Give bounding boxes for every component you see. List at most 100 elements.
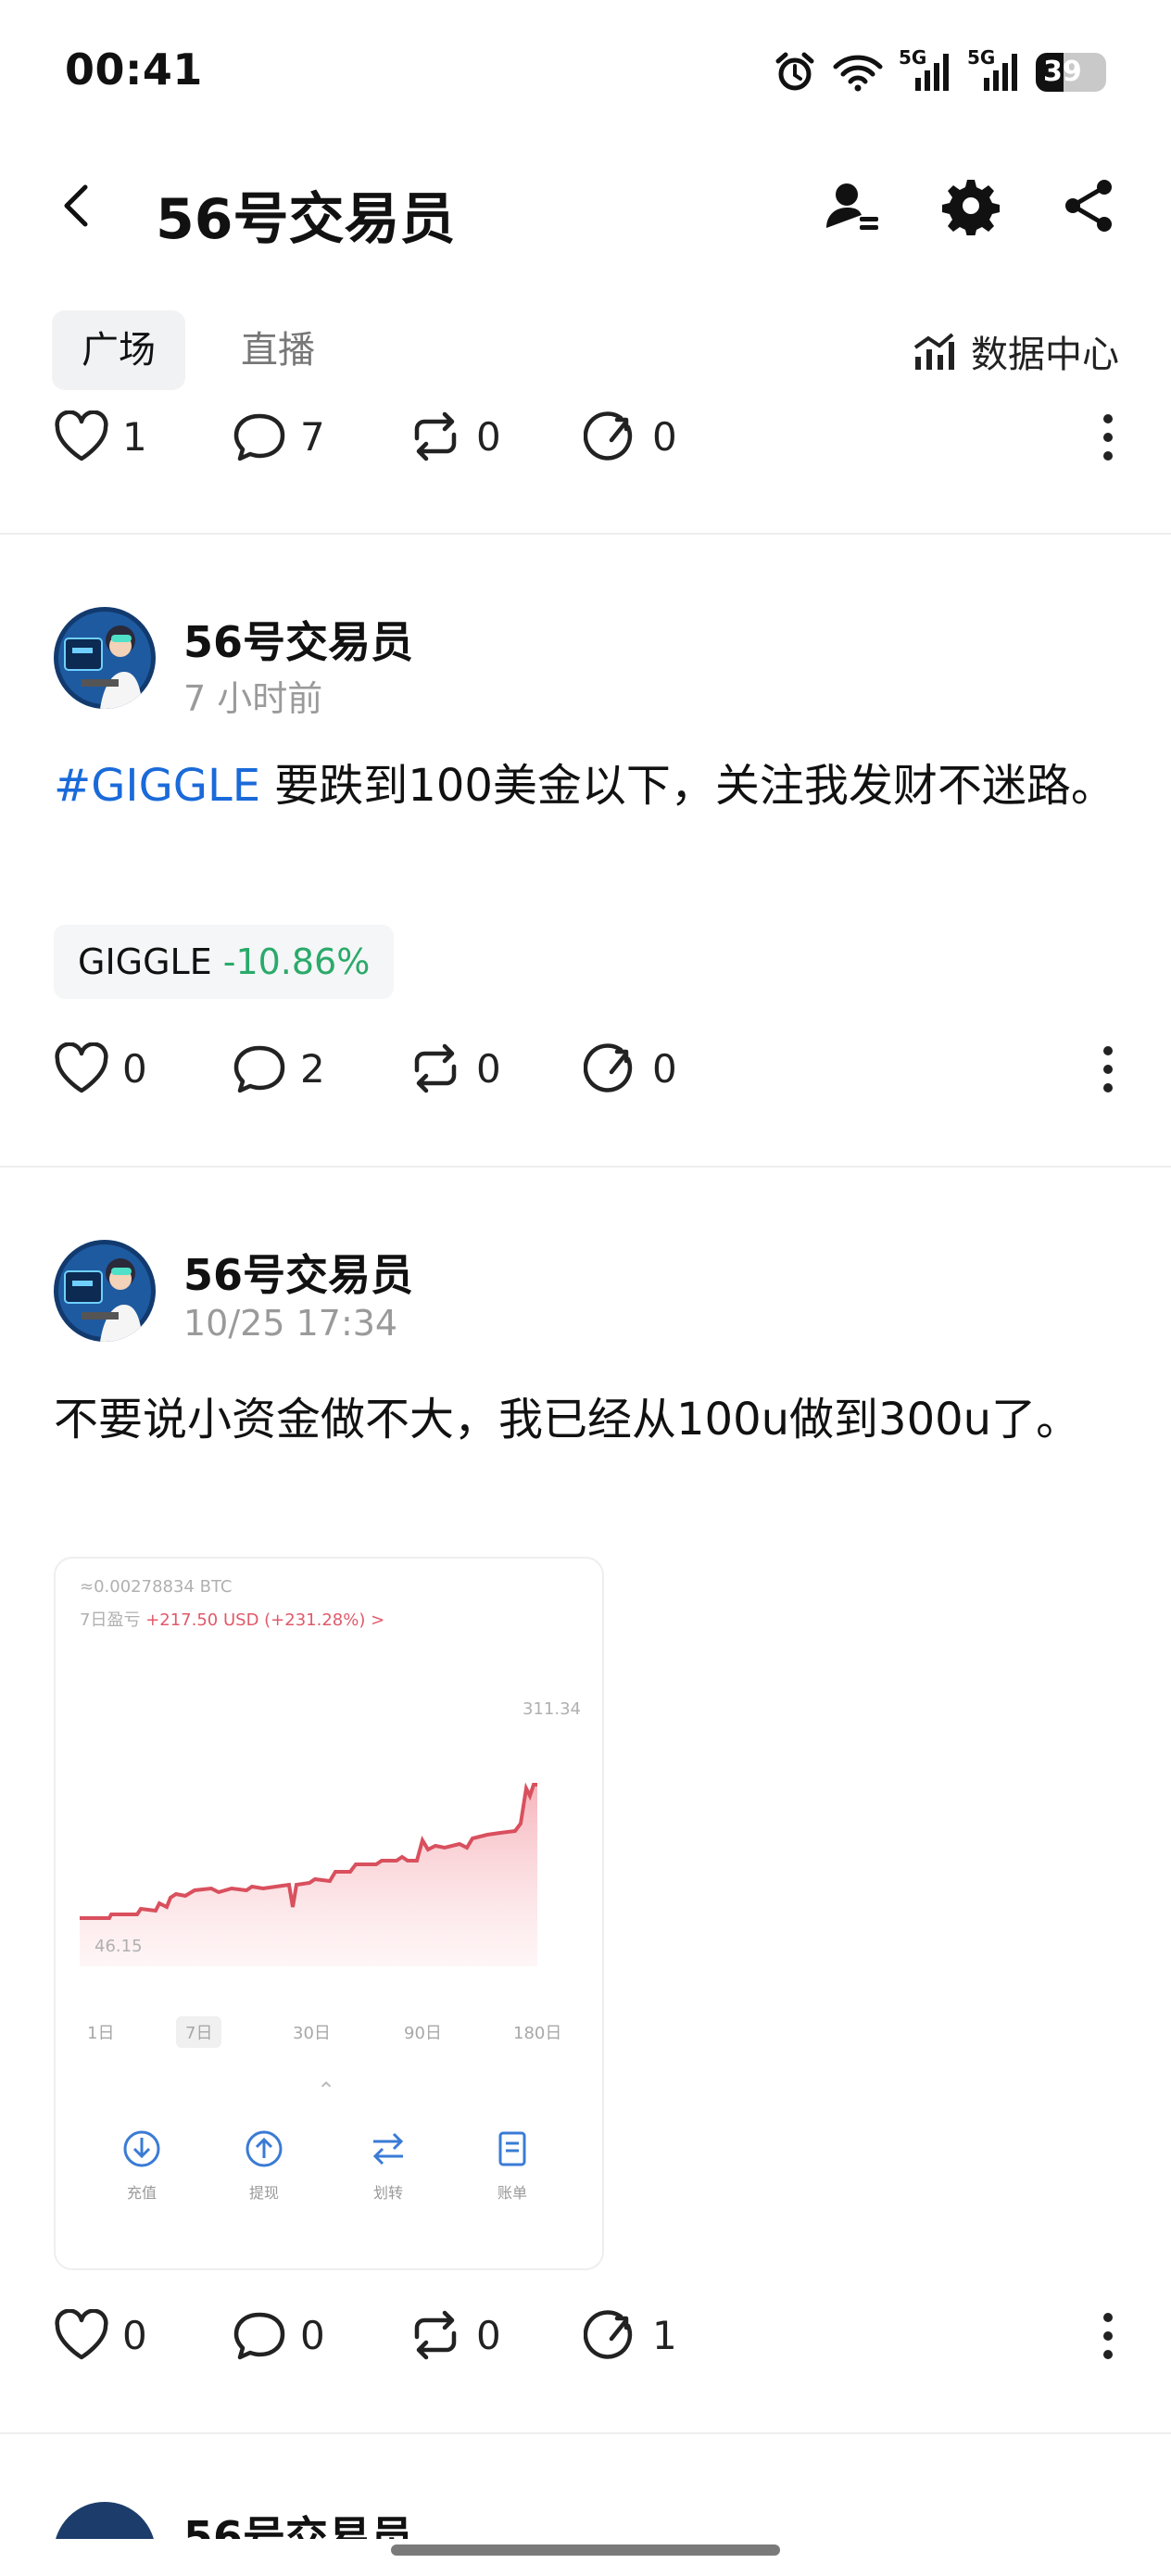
repost-button[interactable]: 0 xyxy=(408,2308,501,2362)
range-1d[interactable]: 1日 xyxy=(87,2020,114,2044)
repost-icon xyxy=(414,2310,457,2360)
data-chart-icon xyxy=(913,333,954,370)
ticker-change: -10.86% xyxy=(222,941,371,982)
repost-count: 0 xyxy=(476,2312,501,2358)
hashtag-link[interactable]: #GIGGLE xyxy=(54,760,260,812)
ticker-chip[interactable]: GIGGLE -10.86% xyxy=(54,925,395,999)
avatar-image xyxy=(54,607,156,709)
qa-deposit[interactable]: 充值 xyxy=(100,2128,183,2203)
back-icon[interactable] xyxy=(54,182,102,230)
data-center-link[interactable]: 数据中心 xyxy=(912,323,1119,379)
comment-button[interactable]: 0 xyxy=(232,2308,325,2362)
battery-level: 39 xyxy=(1043,56,1082,88)
repost-count: 0 xyxy=(476,413,501,460)
comment-count: 7 xyxy=(300,413,325,460)
author-name[interactable]: 56号交易员 xyxy=(183,609,413,670)
share-count: 0 xyxy=(652,413,677,460)
repost-icon xyxy=(414,1043,457,1093)
deposit-icon xyxy=(123,2130,160,2167)
avatar[interactable] xyxy=(54,2502,156,2539)
share-arrow-icon xyxy=(584,2310,633,2359)
chevron-up-icon: ⌃ xyxy=(317,2077,336,2103)
author-name[interactable]: 56号交易员 xyxy=(183,2504,413,2539)
tab-live[interactable]: 直播 xyxy=(211,310,345,390)
chart-max-label: 311.34 xyxy=(523,1699,581,1719)
qa-bill[interactable]: 账单 xyxy=(471,2128,554,2203)
cell-signal-1: 5G xyxy=(899,46,952,95)
qa-transfer-label: 划转 xyxy=(372,2184,403,2202)
post-body: 不要说小资金做不大，我已经从100u做到300u了。 xyxy=(54,1394,1081,1446)
repost-button[interactable]: 0 xyxy=(408,410,501,463)
app-header: 56号交易员 xyxy=(0,148,1171,259)
screen: 00:41 5G 5G 39 56号交易员 广场 直播 数据中心 1 7 0 0… xyxy=(0,0,1171,2576)
comment-icon xyxy=(233,2312,285,2360)
share-post-button[interactable]: 1 xyxy=(584,2308,677,2362)
range-30d[interactable]: 30日 xyxy=(293,2020,331,2044)
post-actions-top: 1 7 0 0 xyxy=(0,398,1171,473)
share-icon[interactable] xyxy=(1060,176,1119,235)
avatar-image xyxy=(54,1240,156,1342)
comment-button[interactable]: 7 xyxy=(232,410,325,463)
post-time: 10/25 17:34 xyxy=(183,1303,398,1344)
heart-icon xyxy=(55,410,108,461)
share-count: 1 xyxy=(652,2312,677,2358)
range-7d[interactable]: 7日 xyxy=(176,2016,222,2048)
like-count: 0 xyxy=(122,1045,147,1092)
like-count: 1 xyxy=(122,413,147,460)
qa-bill-label: 账单 xyxy=(497,2184,527,2202)
tab-square[interactable]: 广场 xyxy=(52,310,185,390)
cell-signal-2: 5G xyxy=(967,46,1021,95)
post-header-partial: 56号交易员 xyxy=(54,2502,795,2539)
battery-icon: 39 xyxy=(1036,53,1106,92)
status-icons: 5G 5G 39 xyxy=(773,46,1106,98)
range-90d[interactable]: 90日 xyxy=(404,2020,442,2044)
share-post-button[interactable]: 0 xyxy=(584,1042,677,1095)
data-center-label: 数据中心 xyxy=(971,334,1119,376)
like-button[interactable]: 1 xyxy=(54,410,147,463)
status-bar: 00:41 5G 5G 39 xyxy=(0,0,1171,139)
like-count: 0 xyxy=(122,2312,147,2358)
comment-count: 0 xyxy=(300,2312,325,2358)
qa-withdraw[interactable]: 提现 xyxy=(222,2128,306,2203)
ticker-symbol: GIGGLE xyxy=(78,941,212,982)
post-divider xyxy=(0,2432,1171,2434)
heart-icon xyxy=(55,1042,108,1093)
post-image[interactable]: ≈0.00278834 BTC 7日盈亏 +217.50 USD (+231.2… xyxy=(54,1557,604,2270)
more-icon[interactable] xyxy=(1097,1042,1119,1097)
range-180d[interactable]: 180日 xyxy=(513,2020,561,2044)
repost-count: 0 xyxy=(476,1045,501,1092)
qa-withdraw-label: 提现 xyxy=(248,2184,279,2202)
qa-transfer[interactable]: 划转 xyxy=(346,2128,430,2203)
comment-count: 2 xyxy=(300,1045,325,1092)
alarm-icon xyxy=(775,52,814,91)
qa-deposit-label: 充值 xyxy=(126,2184,157,2202)
like-button[interactable]: 0 xyxy=(54,1042,147,1095)
comment-icon xyxy=(233,1045,285,1093)
signal-bars-icon xyxy=(984,54,1017,91)
withdraw-icon xyxy=(246,2130,283,2167)
more-icon[interactable] xyxy=(1097,2308,1119,2364)
repost-icon xyxy=(414,411,457,461)
status-time: 00:41 xyxy=(65,44,203,95)
repost-button[interactable]: 0 xyxy=(408,1042,501,1095)
gear-icon[interactable] xyxy=(941,176,1001,235)
avatar[interactable] xyxy=(54,1240,156,1342)
heart-icon xyxy=(55,2309,108,2360)
share-count: 0 xyxy=(652,1045,677,1092)
home-indicator[interactable] xyxy=(391,2544,780,2556)
more-icon[interactable] xyxy=(1097,410,1119,465)
like-button[interactable]: 0 xyxy=(54,2308,147,2362)
transfer-icon xyxy=(372,2132,404,2166)
share-post-button[interactable]: 0 xyxy=(584,410,677,463)
post-header: 56号交易员 10/25 17:34 xyxy=(54,1240,1119,1351)
post-body: 要跌到100美金以下，关注我发财不迷路。 xyxy=(260,760,1115,812)
share-arrow-icon xyxy=(584,411,633,461)
post-time: 7 小时前 xyxy=(183,678,323,719)
comment-icon xyxy=(233,413,285,461)
user-manage-icon[interactable] xyxy=(823,176,882,235)
author-name[interactable]: 56号交易员 xyxy=(183,1242,413,1303)
avatar[interactable] xyxy=(54,607,156,709)
wifi-icon xyxy=(833,55,883,92)
comment-button[interactable]: 2 xyxy=(232,1042,325,1095)
post-text: #GIGGLE 要跌到100美金以下，关注我发财不迷路。 xyxy=(54,751,1119,821)
